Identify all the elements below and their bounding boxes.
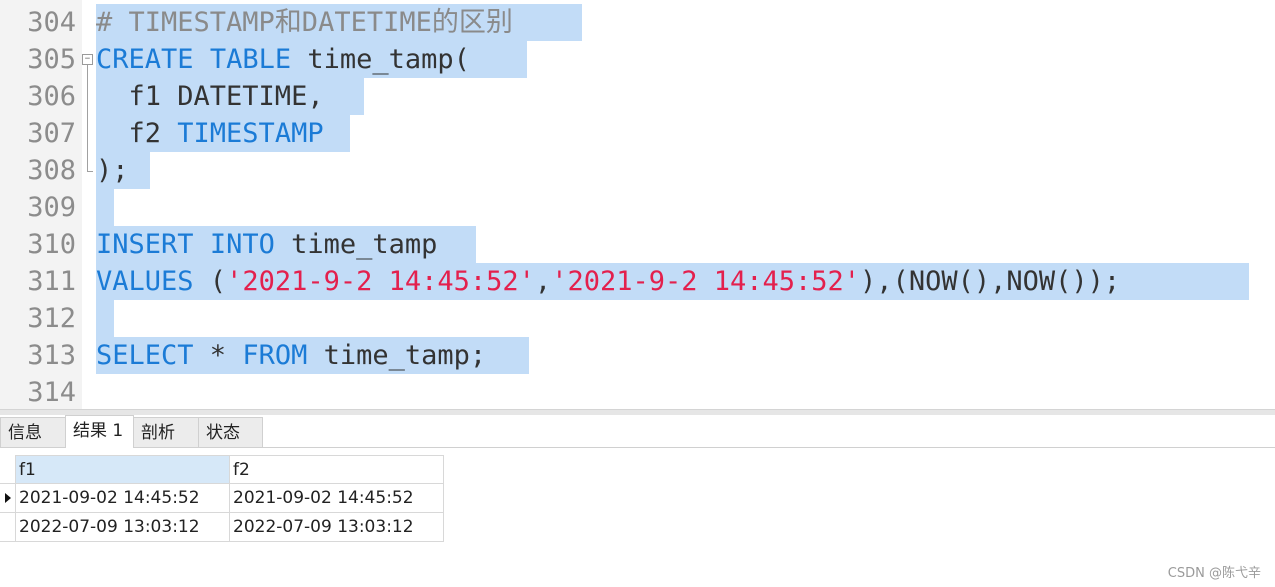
code-text[interactable]: # TIMESTAMP和DATETIME的区别 xyxy=(96,4,513,41)
column-header-f2[interactable]: f2 xyxy=(230,455,444,484)
code-line[interactable]: 308); xyxy=(0,152,1275,189)
code-text[interactable]: INSERT INTO time_tamp xyxy=(96,226,437,263)
line-number: 312 xyxy=(27,303,76,334)
sql-token: * xyxy=(193,340,243,371)
code-text[interactable]: f2 TIMESTAMP xyxy=(96,115,324,152)
sql-keyword: TIMESTAMP xyxy=(177,118,324,149)
watermark: CSDN @陈弋辛 xyxy=(1167,566,1261,581)
line-number: 309 xyxy=(27,192,76,223)
fold-guide-end xyxy=(87,171,93,172)
line-number: 304 xyxy=(27,7,76,38)
sql-keyword: INSERT xyxy=(96,229,194,260)
sql-keyword: SELECT xyxy=(96,340,194,371)
sql-keyword: INTO xyxy=(209,229,275,260)
sql-token: time_tamp xyxy=(274,229,438,260)
sql-keyword: TABLE xyxy=(209,44,292,75)
tab-status[interactable]: 状态 xyxy=(198,417,263,447)
tab-info[interactable]: 信息 xyxy=(0,417,66,447)
table-cell[interactable]: 2022-07-09 13:03:12 xyxy=(230,513,444,542)
line-number: 310 xyxy=(27,229,76,260)
code-line[interactable]: 311 VALUES ('2021-9-2 14:45:52','2021-9-2… xyxy=(0,263,1275,300)
code-line[interactable]: 314 xyxy=(0,374,1275,409)
sql-token: ),(NOW(),NOW()); xyxy=(860,266,1121,297)
sql-token: time_tamp; xyxy=(307,340,487,371)
column-header-f1[interactable]: f1 xyxy=(16,455,230,484)
tab-profile[interactable]: 剖析 xyxy=(133,417,199,447)
sql-token: ( xyxy=(193,266,227,297)
result-tab-bar: 信息 结果 1 剖析 状态 xyxy=(0,415,1275,448)
fold-guide-line xyxy=(87,65,88,171)
sql-string: '2021-9-2 14:45:52' xyxy=(226,266,535,297)
line-number: 314 xyxy=(27,377,76,408)
current-row-arrow-icon xyxy=(5,493,11,503)
sql-token: time_tamp( xyxy=(291,44,470,75)
code-text[interactable]: SELECT * FROM time_tamp; xyxy=(96,337,486,374)
code-line[interactable]: 310 INSERT INTO time_tamp xyxy=(0,226,1275,263)
row-marker[interactable] xyxy=(0,484,16,513)
code-line[interactable]: 304 # TIMESTAMP和DATETIME的区别 xyxy=(0,4,1275,41)
code-line[interactable]: 309 xyxy=(0,189,1275,226)
code-text[interactable]: ); xyxy=(96,152,129,189)
sql-comment: # TIMESTAMP和DATETIME的区别 xyxy=(96,7,513,38)
line-number: 311 xyxy=(27,266,76,297)
selection-highlight xyxy=(96,300,114,337)
sql-keyword: FROM xyxy=(242,340,308,371)
code-line[interactable]: 306 f1 DATETIME, xyxy=(0,78,1275,115)
code-line[interactable]: 305 CREATE TABLE time_tamp( xyxy=(0,41,1275,78)
sql-token: ); xyxy=(96,155,129,186)
sql-keyword: CREATE xyxy=(96,44,194,75)
code-text[interactable]: CREATE TABLE time_tamp( xyxy=(96,41,470,78)
sql-token: f1 DATETIME, xyxy=(96,81,324,112)
tab-result-1[interactable]: 结果 1 xyxy=(65,415,134,448)
code-line[interactable]: 313 SELECT * FROM time_tamp; xyxy=(0,337,1275,374)
line-number: 306 xyxy=(27,81,76,112)
fold-collapse-icon[interactable]: − xyxy=(82,54,93,65)
line-number: 307 xyxy=(27,118,76,149)
sql-token: f2 xyxy=(96,118,178,149)
sql-string: '2021-9-2 14:45:52' xyxy=(551,266,861,297)
row-marker-header xyxy=(0,455,16,484)
table-cell[interactable]: 2021-09-02 14:45:52 xyxy=(16,484,230,513)
sql-keyword: VALUES xyxy=(96,266,194,297)
table-cell[interactable]: 2022-07-09 13:03:12 xyxy=(16,513,230,542)
sql-token: , xyxy=(534,266,552,297)
code-text[interactable]: VALUES ('2021-9-2 14:45:52','2021-9-2 14… xyxy=(96,263,1120,300)
table-cell[interactable]: 2021-09-02 14:45:52 xyxy=(230,484,444,513)
code-line[interactable]: 307 f2 TIMESTAMP xyxy=(0,115,1275,152)
code-text[interactable]: f1 DATETIME, xyxy=(96,78,324,115)
sql-editor[interactable]: 304 # TIMESTAMP和DATETIME的区别 305 CREATE TABL… xyxy=(0,0,1275,409)
line-number: 313 xyxy=(27,340,76,371)
line-number: 308 xyxy=(27,155,76,186)
code-line[interactable]: 312 xyxy=(0,300,1275,337)
row-marker[interactable] xyxy=(0,513,16,542)
selection-highlight xyxy=(96,189,114,226)
line-number: 305 xyxy=(27,44,76,75)
